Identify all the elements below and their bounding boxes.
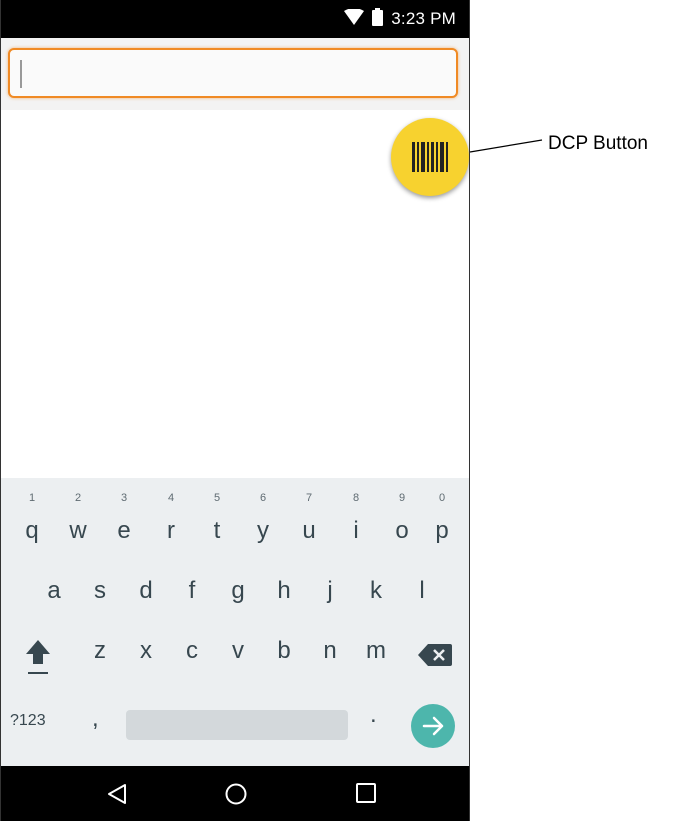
callout-line <box>469 139 543 153</box>
dcp-callout-label: DCP Button <box>548 133 648 154</box>
